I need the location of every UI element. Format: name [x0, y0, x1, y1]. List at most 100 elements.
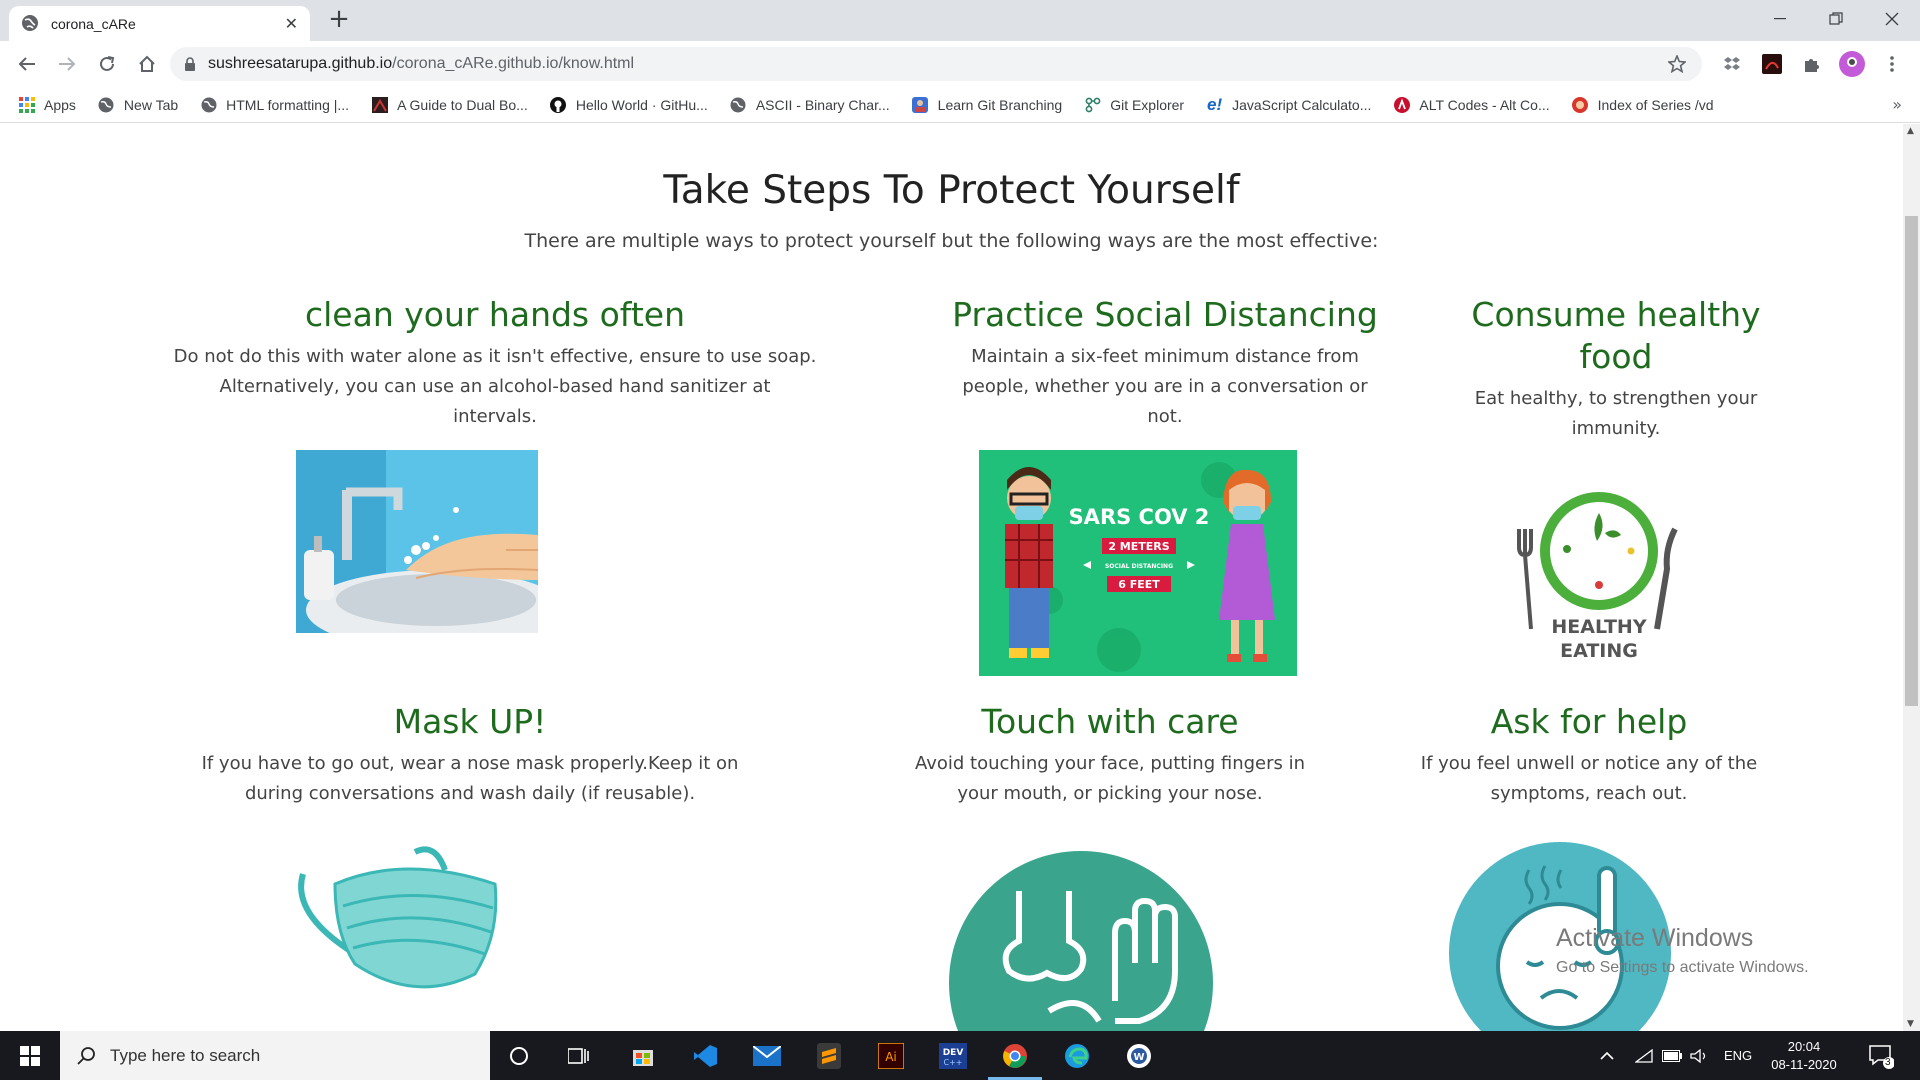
taskbar-search-box[interactable]: Type here to search [60, 1031, 490, 1080]
git-icon [912, 96, 929, 113]
volume-icon[interactable] [1690, 1031, 1708, 1080]
card-text: Do not do this with water alone as it is… [150, 342, 840, 432]
close-window-button[interactable] [1864, 0, 1920, 38]
card-heading: Practice Social Distancing [952, 295, 1378, 334]
two-meters-label: 2 METERS [1108, 540, 1169, 553]
sars-cov-title: SARS COV 2 [1069, 505, 1210, 529]
microsoft-store-icon[interactable] [612, 1031, 674, 1080]
chevron-double-right-icon[interactable]: » [1892, 95, 1902, 114]
task-view-icon[interactable] [548, 1031, 610, 1080]
page-scrollbar[interactable]: ▲ ▼ [1903, 124, 1920, 1031]
browser-toolbar: sushreesatarupa.github.io/corona_cARe.gi… [0, 41, 1920, 87]
index-icon [1572, 96, 1589, 113]
chrome-icon[interactable] [984, 1031, 1046, 1080]
six-feet-label: 6 FEET [1118, 578, 1160, 591]
card-text: If you have to go out, wear a nose mask … [150, 749, 790, 809]
bookmark-learn-git-branching[interactable]: Learn Git Branching [912, 96, 1063, 113]
bookmark-html-formatting[interactable]: HTML formatting |... [200, 96, 349, 113]
pdf-extension-icon[interactable] [1757, 49, 1787, 79]
svg-text:Ai: Ai [885, 1050, 897, 1064]
bookmark-new-tab[interactable]: New Tab [98, 96, 178, 113]
show-hidden-icons-chevron[interactable] [1600, 1031, 1614, 1080]
card-touch-with-care: Touch with care Avoid touching your face… [890, 701, 1330, 809]
scrollbar-thumb[interactable] [1905, 216, 1918, 706]
restore-button[interactable] [1808, 0, 1864, 38]
back-arrow-icon[interactable] [12, 49, 42, 79]
globe-icon [98, 96, 115, 113]
card-heading: Touch with care [981, 702, 1239, 741]
clock-time: 20:04 [1787, 1039, 1821, 1054]
browser-tab[interactable]: corona_cARe ✕ [9, 6, 310, 41]
input-language[interactable]: ENG [1724, 1031, 1752, 1080]
card-heading-line: Consume healthy [1471, 295, 1761, 334]
notification-center-icon[interactable]: 3 [1868, 1031, 1894, 1080]
card-text-line: not. [1147, 406, 1183, 427]
edge-icon[interactable] [1046, 1031, 1108, 1080]
tab-title: corona_cARe [51, 15, 136, 32]
bookmark-dual-boot-guide[interactable]: A Guide to Dual Bo... [371, 96, 528, 113]
apps-grid-icon [18, 96, 35, 113]
vscode-icon[interactable] [674, 1031, 736, 1080]
scroll-up-arrow-icon[interactable]: ▲ [1907, 126, 1914, 136]
card-healthy-food: Consume healthy food Eat healthy, to str… [1455, 294, 1777, 444]
extensions-puzzle-icon[interactable] [1797, 49, 1827, 79]
card-text-line: Maintain a six-feet minimum distance fro… [971, 346, 1359, 367]
illustrator-icon[interactable]: Ai [860, 1031, 922, 1080]
reload-icon[interactable] [92, 49, 122, 79]
sublime-text-icon[interactable] [798, 1031, 860, 1080]
bookmark-hello-world-github[interactable]: Hello World · GitHu... [550, 96, 708, 113]
app-w-icon[interactable]: W [1108, 1031, 1170, 1080]
battery-icon[interactable] [1662, 1031, 1682, 1080]
card-text-line: Alternatively, you can use an alcohol-ba… [219, 376, 771, 397]
bookmark-label: Index of Series /vd [1597, 96, 1714, 113]
card-heading: Mask UP! [393, 702, 547, 741]
notification-count: 3 [1885, 1057, 1891, 1068]
bookmark-label: Git Explorer [1110, 96, 1185, 113]
dropbox-icon[interactable] [1717, 49, 1747, 79]
card-social-distancing: Practice Social Distancing Maintain a si… [935, 294, 1395, 432]
bookmark-alt-codes[interactable]: ALT Codes - Alt Co... [1393, 96, 1550, 113]
card-text-line: If you have to go out, wear a nose mask … [201, 753, 739, 774]
bookmark-apps[interactable]: Apps [18, 96, 76, 113]
card-text-line: If you feel unwell or notice any of the [1420, 753, 1758, 774]
social-distancing-label: SOCIAL DISTANCING [1105, 563, 1173, 570]
lock-icon [184, 57, 196, 71]
globe-icon [730, 96, 747, 113]
page-title: Take Steps To Protect Yourself [663, 168, 1240, 213]
github-icon [550, 96, 567, 113]
minimize-button[interactable] [1752, 0, 1808, 38]
e-icon: e! [1207, 94, 1223, 114]
mail-icon[interactable] [736, 1031, 798, 1080]
bookmark-label: Learn Git Branching [937, 96, 1063, 113]
web-page: Take Steps To Protect Yourself There are… [0, 124, 1903, 1031]
clock[interactable]: 20:04 08-11-2020 [1768, 1031, 1840, 1080]
dev-cpp-icon[interactable]: DEV C++ [922, 1031, 984, 1080]
bookmark-javascript-calculator[interactable]: e! JavaScript Calculato... [1206, 94, 1371, 114]
watermark-subtitle: Go to Settings to activate Windows. [1556, 959, 1809, 976]
card-text-line: Avoid touching your face, putting finger… [914, 753, 1306, 774]
menu-dots-icon[interactable] [1877, 49, 1907, 79]
handwashing-illustration [296, 450, 538, 633]
scroll-down-arrow-icon[interactable]: ▼ [1907, 1019, 1914, 1029]
profile-avatar-icon[interactable] [1837, 49, 1867, 79]
forward-arrow-icon[interactable] [52, 49, 82, 79]
bookmark-label: HTML formatting |... [226, 96, 350, 113]
tab-strip: corona_cARe ✕ + [0, 0, 1920, 41]
address-bar[interactable]: sushreesatarupa.github.io/corona_cARe.gi… [170, 47, 1702, 81]
start-button[interactable] [0, 1031, 60, 1080]
home-icon[interactable] [132, 49, 162, 79]
wifi-icon[interactable] [1635, 1031, 1653, 1080]
bookmark-ascii-binary[interactable]: ASCII - Binary Char... [730, 96, 890, 113]
site-icon [371, 96, 388, 113]
bookmark-index-of-series[interactable]: Index of Series /vd [1572, 96, 1714, 113]
cortana-icon[interactable] [488, 1031, 550, 1080]
healthy-label: HEALTHY [1551, 616, 1646, 638]
new-tab-button[interactable]: + [325, 6, 353, 34]
svg-text:W: W [1133, 1052, 1144, 1063]
bookmark-label: Hello World · GitHu... [575, 96, 708, 113]
bookmark-star-icon[interactable] [1662, 55, 1692, 73]
windows-logo-icon [20, 1045, 40, 1066]
close-tab-icon[interactable]: ✕ [285, 14, 298, 33]
card-text: Eat healthy, to strengthen your immunity… [1455, 384, 1777, 444]
bookmark-git-explorer[interactable]: Git Explorer [1084, 96, 1184, 113]
